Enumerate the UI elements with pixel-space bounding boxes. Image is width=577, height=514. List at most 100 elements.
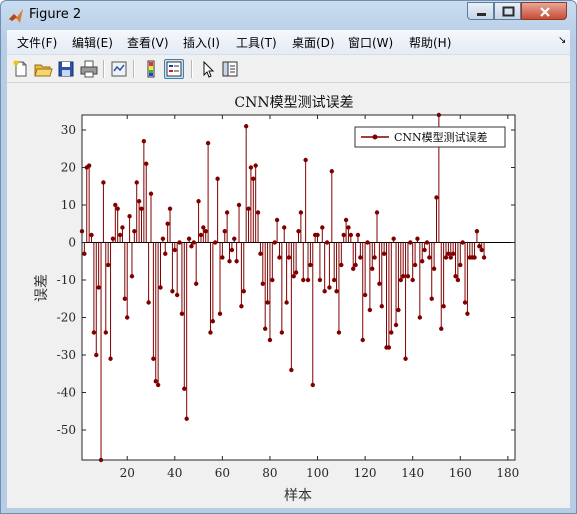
stem-marker bbox=[241, 289, 246, 294]
y-tick-label: 30 bbox=[61, 123, 76, 137]
stem-marker bbox=[160, 236, 166, 241]
stem-marker bbox=[331, 277, 337, 283]
minimize-button[interactable] bbox=[467, 2, 494, 20]
stem-marker bbox=[96, 285, 101, 290]
stem-marker bbox=[127, 214, 132, 219]
print-button[interactable] bbox=[79, 59, 99, 79]
stem-marker bbox=[477, 244, 482, 249]
stem-marker bbox=[115, 206, 120, 211]
stem-marker bbox=[215, 176, 220, 181]
stem-marker bbox=[136, 199, 142, 204]
stem-marker bbox=[381, 251, 387, 256]
new-figure-button[interactable] bbox=[11, 59, 31, 79]
legend[interactable]: CNN模型测试误差 bbox=[354, 126, 506, 148]
y-tick-label: -10 bbox=[57, 273, 76, 287]
stem-marker bbox=[232, 236, 237, 241]
save-button[interactable] bbox=[56, 59, 76, 79]
stem-marker bbox=[213, 240, 218, 245]
window-title: Figure 2 bbox=[29, 7, 82, 22]
new-figure-icon bbox=[13, 60, 27, 77]
menu-insert[interactable]: 插入(I) bbox=[183, 34, 220, 51]
save-icon bbox=[58, 61, 74, 77]
stem-marker bbox=[229, 247, 235, 253]
stem-marker bbox=[408, 240, 413, 245]
stem-marker bbox=[362, 292, 368, 298]
menu-help[interactable]: 帮助(H) bbox=[409, 34, 451, 51]
menu-overflow-icon[interactable]: ↘ bbox=[558, 35, 566, 46]
menu-desktop[interactable]: 桌面(D) bbox=[292, 34, 335, 51]
stem-marker bbox=[129, 274, 135, 279]
stem-marker bbox=[315, 232, 320, 238]
stem-marker bbox=[182, 386, 187, 391]
stem-marker bbox=[446, 251, 451, 256]
menu-tools[interactable]: 工具(T) bbox=[236, 34, 277, 51]
open-file-button[interactable] bbox=[33, 59, 53, 79]
stem-marker bbox=[236, 202, 242, 208]
stem-marker bbox=[189, 244, 194, 249]
stem-marker bbox=[320, 225, 325, 230]
stem-marker bbox=[336, 330, 342, 335]
stem-marker bbox=[253, 163, 258, 168]
stem-marker bbox=[310, 382, 315, 388]
minimize-icon bbox=[477, 13, 486, 16]
stem-marker bbox=[82, 251, 87, 256]
stem-marker bbox=[117, 232, 123, 238]
stem-marker bbox=[120, 225, 125, 230]
stem-marker bbox=[191, 240, 197, 245]
stem-marker bbox=[455, 277, 461, 283]
stem-marker bbox=[405, 274, 411, 279]
menu-window[interactable]: 窗口(W) bbox=[348, 34, 393, 51]
legend-button[interactable] bbox=[164, 59, 184, 79]
stem-marker bbox=[472, 255, 477, 260]
x-tick-label: 80 bbox=[262, 466, 277, 480]
stem-marker bbox=[400, 274, 406, 279]
stem-marker bbox=[170, 289, 175, 294]
stem-marker bbox=[448, 255, 453, 260]
stem-marker bbox=[255, 210, 261, 215]
stem-chart[interactable]: CNN模型测试误差 20 40 60 80 100 120 140 160 1803020100… bbox=[7, 84, 570, 508]
stem-marker bbox=[251, 176, 256, 181]
y-tick-label: 0 bbox=[68, 236, 76, 250]
stem-marker bbox=[389, 330, 394, 335]
stem-marker bbox=[370, 266, 375, 271]
stem-marker bbox=[284, 300, 289, 305]
menu-view[interactable]: 查看(V) bbox=[127, 34, 169, 51]
stem-marker bbox=[462, 300, 468, 305]
x-tick-label: 40 bbox=[167, 466, 182, 480]
stem-marker bbox=[248, 165, 254, 170]
link-plot-button[interactable] bbox=[109, 59, 129, 79]
stem-marker bbox=[474, 229, 480, 234]
plot-area[interactable] bbox=[82, 115, 515, 460]
stem-marker bbox=[239, 304, 244, 309]
stem-marker bbox=[113, 202, 118, 208]
property-editor-button[interactable] bbox=[220, 59, 240, 79]
colorbar-button[interactable] bbox=[141, 59, 161, 79]
y-tick-label: -30 bbox=[57, 348, 76, 362]
stem-marker bbox=[272, 240, 277, 245]
maximize-button[interactable] bbox=[494, 2, 521, 20]
stem-marker bbox=[179, 311, 185, 316]
stem-marker bbox=[94, 352, 99, 358]
stem-marker bbox=[417, 315, 423, 320]
close-button[interactable] bbox=[521, 2, 567, 20]
stem-marker bbox=[308, 262, 313, 268]
stem-marker bbox=[420, 259, 425, 264]
stem-marker bbox=[101, 180, 106, 185]
title-bar[interactable]: Figure 2 bbox=[1, 1, 576, 29]
menu-file[interactable]: 文件(F) bbox=[17, 34, 57, 51]
stem-marker bbox=[343, 217, 349, 223]
menu-edit[interactable]: 编辑(E) bbox=[72, 34, 113, 51]
stem-marker bbox=[465, 311, 470, 316]
stem-marker bbox=[163, 251, 168, 256]
stem-marker bbox=[398, 277, 404, 283]
matlab-icon bbox=[9, 9, 23, 23]
pointer-button[interactable] bbox=[198, 59, 218, 79]
stem-marker bbox=[374, 210, 380, 215]
x-tick-label: 100 bbox=[306, 466, 329, 480]
stem-marker bbox=[274, 217, 280, 223]
stem-marker bbox=[377, 281, 382, 286]
toolbar-separator bbox=[191, 60, 193, 78]
stem-marker bbox=[372, 255, 377, 260]
stem-marker bbox=[103, 330, 108, 335]
stem-marker bbox=[303, 157, 308, 163]
